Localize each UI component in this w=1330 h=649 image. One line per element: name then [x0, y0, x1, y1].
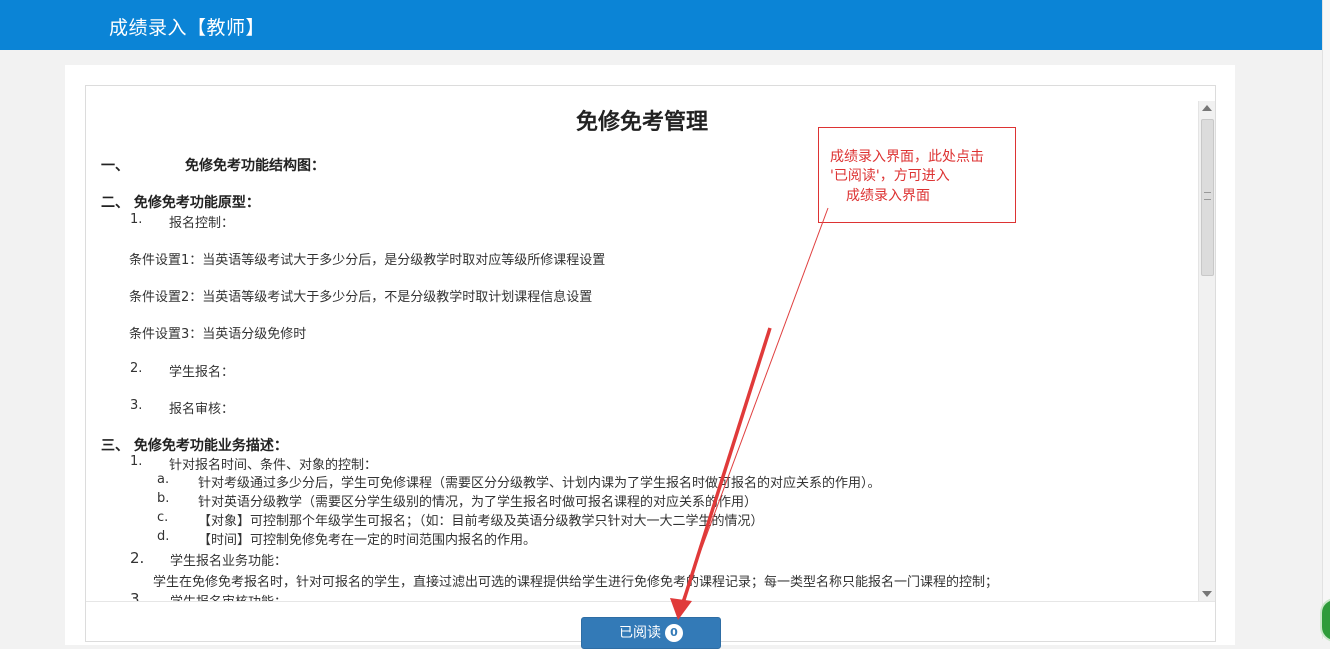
list-item: 学生报名：	[169, 365, 235, 380]
scroll-down-icon[interactable]	[1202, 591, 1212, 597]
list-item: 学生报名业务功能：	[170, 554, 288, 569]
list-number: 3.	[130, 398, 143, 413]
list-number: 3.	[130, 590, 145, 601]
annotation-callout: 成绩录入界面，此处点击 '已阅读'，方可进入 成绩录入界面	[818, 127, 1016, 223]
sub-number: a.	[157, 472, 170, 487]
list-item: 报名审核：	[169, 402, 235, 417]
window-edge	[1322, 0, 1330, 639]
sub-number: b.	[157, 491, 170, 506]
paragraph: 学生在免修免考报名时，针对可报名的学生，直接过滤出可选的课程提供给学生进行免修免…	[153, 575, 999, 590]
sub-number: c.	[157, 510, 169, 525]
scroll-up-icon[interactable]	[1202, 105, 1212, 111]
sub-item: 【对象】可控制那个年级学生可报名；（如：目前考级及英语分级教学只针对大一大二学生…	[198, 514, 764, 529]
page-title: 成绩录入【教师】	[109, 17, 266, 39]
section-1-title: 免修免考功能结构图：	[185, 158, 325, 174]
read-confirm-button[interactable]: 已阅读 0	[581, 617, 721, 649]
list-item: 报名控制：	[169, 216, 235, 231]
document-heading: 免修免考管理	[575, 109, 708, 135]
divider	[86, 601, 1215, 602]
count-badge: 0	[665, 624, 683, 642]
section-2-title: 二、 免修免考功能原型：	[101, 195, 260, 211]
list-number: 2.	[130, 549, 145, 567]
annotation-line-2: '已阅读'，方可进入	[830, 168, 950, 184]
document-viewer: 免修免考管理 一、 免修免考功能结构图： 二、 免修免考功能原型： 1. 报名控…	[86, 86, 1198, 601]
section-1-number: 一、	[101, 158, 129, 174]
section-3-title: 三、 免修免考功能业务描述：	[101, 438, 288, 454]
top-bar: 成绩录入【教师】	[0, 0, 1323, 50]
grip-icon	[1204, 192, 1211, 200]
notice-panel: 免修免考管理 一、 免修免考功能结构图： 二、 免修免考功能原型： 1. 报名控…	[85, 85, 1216, 649]
condition-3: 条件设置3：当英语分级免修时	[129, 327, 307, 342]
sub-item: 针对英语分级教学（需要区分学生级别的情况，为了学生报名时做可报名课程的对应关系的…	[198, 495, 758, 510]
annotation-line-3: 成绩录入界面	[846, 188, 930, 204]
list-item: 学生报名审核功能：	[170, 591, 287, 601]
list-number: 1.	[130, 454, 143, 469]
list-number: 1.	[130, 212, 143, 227]
annotation-line-1: 成绩录入界面，此处点击	[830, 149, 984, 165]
list-number: 2.	[130, 361, 143, 376]
condition-1: 条件设置1：当英语等级考试大于多少分后，是分级教学时取对应等级所修课程设置	[129, 253, 606, 268]
sub-item: 【时间】可控制免修免考在一定的时间范围内报名的作用。	[198, 533, 537, 548]
sub-item: 针对考级通过多少分后，学生可免修课程（需要区分分级教学、计划内课为了学生报名时做…	[198, 476, 881, 491]
scroll-thumb[interactable]	[1201, 119, 1214, 276]
vertical-scrollbar[interactable]	[1198, 101, 1215, 601]
list-item: 针对报名时间、条件、对象的控制：	[169, 458, 378, 473]
condition-2: 条件设置2：当英语等级考试大于多少分后，不是分级教学时取计划课程信息设置	[129, 290, 593, 305]
sub-number: d.	[157, 529, 170, 544]
